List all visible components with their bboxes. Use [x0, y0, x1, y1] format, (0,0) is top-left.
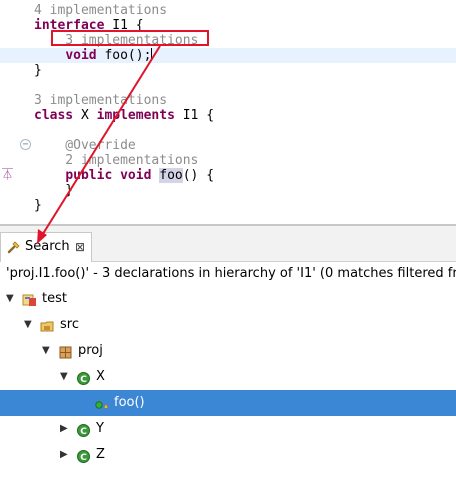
code-token: 4 implementations — [34, 3, 168, 18]
code-token: foo(); — [96, 48, 152, 63]
tree-node-label: Z — [96, 447, 105, 462]
code-token: void — [120, 168, 152, 183]
code-token: 3 implementations — [34, 93, 168, 108]
code-line: void foo(); — [0, 48, 456, 63]
code-line: } — [0, 183, 73, 198]
tree-node-label: foo() — [114, 395, 145, 410]
code-line: } — [0, 63, 42, 78]
method-icon — [94, 396, 109, 411]
tree-node-label: test — [42, 291, 67, 306]
tab-search-label: Search — [25, 239, 70, 254]
code-token: I1 { — [174, 108, 215, 123]
project-icon — [22, 292, 37, 307]
expanded-twistie-icon[interactable]: ▼ — [6, 286, 14, 312]
code-token: } — [34, 198, 42, 213]
code-token: () { — [182, 168, 215, 183]
code-token: } — [34, 63, 42, 78]
code-line: 2 implementations — [0, 153, 198, 168]
tree-node[interactable]: ▼ test — [0, 286, 456, 312]
code-line: } — [0, 198, 42, 213]
tree-node-label: proj — [78, 343, 103, 358]
code-token: implements — [96, 108, 175, 123]
code-token: foo — [159, 168, 183, 183]
tree-node[interactable]: foo() — [0, 390, 456, 416]
collapsed-twistie-icon[interactable]: ▶ — [60, 416, 68, 442]
tree-node[interactable]: ▼ proj — [0, 338, 456, 364]
view-tab-bar: Search ⊠ — [0, 226, 456, 262]
svg-text:C: C — [80, 427, 87, 437]
code-token: class — [34, 108, 74, 123]
package-icon — [58, 344, 73, 359]
annotation-highlight-box — [51, 30, 209, 46]
code-token: @Override — [34, 138, 136, 153]
expanded-twistie-icon[interactable]: ▼ — [42, 338, 50, 364]
code-token: void — [65, 48, 97, 63]
code-line: 4 implementations — [0, 3, 167, 18]
code-line: @Override — [0, 138, 136, 153]
tab-search[interactable]: Search ⊠ — [0, 232, 92, 262]
tree-node-label: X — [96, 369, 105, 384]
code-token: public — [65, 168, 113, 183]
close-icon[interactable]: ⊠ — [75, 233, 85, 261]
class-icon: C — [76, 422, 91, 437]
code-token: X — [73, 108, 97, 123]
code-line: 3 implementations — [0, 93, 167, 108]
tree-node[interactable]: ▼ src — [0, 312, 456, 338]
tree-node[interactable]: ▼ C X — [0, 364, 456, 390]
tree-node-label: Y — [96, 421, 104, 436]
class-icon: C — [76, 370, 91, 385]
svg-text:C: C — [80, 375, 87, 385]
tree-node[interactable]: ▶ C Z — [0, 442, 456, 468]
code-token: 2 implementations — [34, 153, 199, 168]
class-icon: C — [76, 448, 91, 463]
expanded-twistie-icon[interactable]: ▼ — [24, 312, 32, 338]
search-flashlight-icon — [7, 241, 20, 254]
text-caret — [151, 48, 153, 61]
code-line: public void foo() { — [0, 168, 214, 183]
tree-node[interactable]: ▶ C Y — [0, 416, 456, 442]
search-result-summary: 'proj.I1.foo()' - 3 declarations in hier… — [0, 262, 456, 286]
source-folder-icon — [40, 318, 55, 333]
tree-node-label: src — [60, 317, 79, 332]
code-token: } — [34, 183, 74, 198]
collapsed-twistie-icon[interactable]: ▶ — [60, 442, 68, 468]
svg-text:C: C — [80, 453, 87, 463]
code-line: class X implements I1 { — [0, 108, 214, 123]
search-results-tree[interactable]: ▼ test ▼ src ▼ proj ▼ C Xfoo() ▶ C Y ▶ C Z — [0, 286, 456, 487]
expanded-twistie-icon[interactable]: ▼ — [60, 364, 68, 390]
